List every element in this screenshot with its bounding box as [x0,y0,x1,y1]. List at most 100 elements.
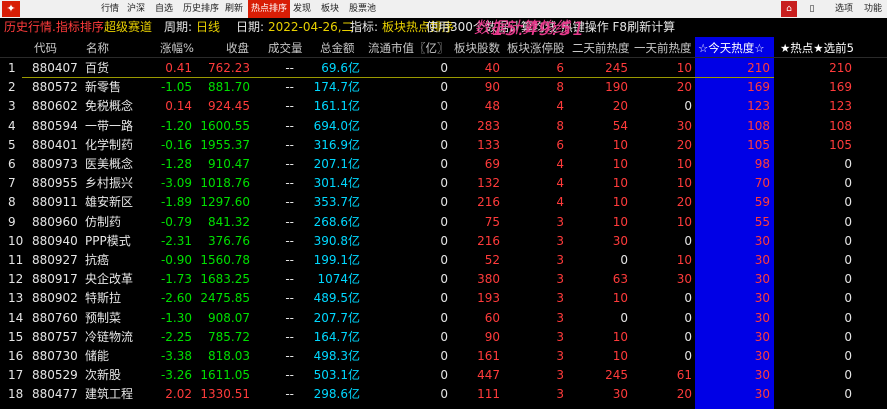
cell-top5: 108 [829,118,852,133]
header-heat-2d[interactable]: 二天前热度 [572,40,630,56]
cell-change: 0.41 [165,61,192,75]
table-row[interactable]: 5 880401 化学制药 -0.16 1955.37 -- 316.9亿 0 133 6 10 20… [0,136,887,155]
cell-close: 1560.78 [200,253,250,267]
cell-heat-1d: 10 [676,157,692,171]
indicator-label: 指标: [350,20,379,34]
cell-sector-count: 283 [477,118,500,133]
cell-code: 880760 [32,310,78,325]
cell-code: 880902 [32,291,78,306]
cell-heat-1d: 20 [676,137,692,152]
table-row[interactable]: 9 880960 仿制药 -0.79 841.32 -- 268.6亿 0 75 3 10 10 55 0 [0,213,887,232]
cell-float-cap: 0 [440,118,448,133]
clock-sub-overlay: 数据计算均线 [474,18,571,37]
cell-code: 880955 [32,176,78,191]
cell-sector-count: 60 [484,310,500,325]
menu-hangqing[interactable]: 行情 [98,0,122,18]
home-icon[interactable]: ⌂ [781,1,797,17]
cell-index: 18 [8,387,24,402]
cell-heat-1d: 10 [676,214,692,229]
menu-hot-sort[interactable]: 热点排序 [248,0,291,18]
cell-heat-today: 30 [754,310,770,325]
cell-heat-today: 30 [754,272,770,287]
cell-heat-2d: 10 [612,349,628,363]
table-row[interactable]: 8 880911 雄安新区 -1.89 1297.60 -- 353.7亿 0 216 4 10 20… [0,193,887,212]
header-name[interactable]: 名称 [86,40,109,56]
cell-change: -0.16 [160,137,192,152]
cell-change: 2.02 [165,387,192,402]
cell-float-cap: 0 [440,272,448,287]
cell-volume: -- [285,291,294,306]
header-float-cap[interactable]: 流通市值〖亿〗 [368,40,449,56]
menu-history-sort[interactable]: 历史排序 [180,0,222,18]
cell-close: 1683.25 [200,272,250,287]
cell-sector-limitup: 8 [556,80,564,95]
table-row[interactable]: 14 880760 预制菜 -1.30 908.07 -- 207.7亿 0 60 3 0 0 30 0 [0,309,887,328]
period-value[interactable]: 日线 [196,18,220,36]
cell-code: 880757 [32,329,78,344]
header-close[interactable]: 收盘 [226,40,249,56]
header-heat-today[interactable]: ☆今天热度☆ [698,40,765,56]
table-row[interactable]: 7 880955 乡村振兴 -3.09 1018.76 -- 301.4亿 0 132 4 10 10… [0,174,887,193]
cell-close: 1330.51 [200,387,250,402]
cell-float-cap: 0 [440,157,448,171]
menu-stock-pool[interactable]: 股票池 [346,0,379,18]
menu-zixuan[interactable]: 自选 [152,0,176,18]
cell-name: 储能 [85,349,110,363]
header-top5[interactable]: ★热点★选前5 [780,40,854,56]
cell-sector-count: 447 [477,368,500,383]
table-row[interactable]: 16 880730 储能 -3.38 818.03 -- 498.3亿 0 161 3 10 0 30 0 [0,347,887,366]
cell-heat-2d: 245 [605,368,628,383]
cell-volume: -- [285,118,294,133]
cell-change: -2.31 [160,233,192,248]
table-row[interactable]: 1 880407 百货 0.41 762.23 -- 69.6亿 0 40 6 245 10 210 21… [0,59,887,78]
function-button[interactable]: 功能 [860,1,886,17]
header-amount[interactable]: 总金额 [320,40,355,56]
date-value[interactable]: 2022-04-26,二 [268,18,354,36]
cell-change: -1.05 [160,80,192,95]
cell-sector-limitup: 3 [556,387,564,402]
header-change[interactable]: 涨幅% [160,40,194,56]
menu-bar: ✦ 行情 沪深 自选 历史排序 刷新 热点排序 发现 板块 股票池 ⌂ ▯ 选项… [0,0,887,19]
app-logo-icon[interactable]: ✦ [2,1,20,17]
header-sector-count[interactable]: 板块股数 [454,40,500,56]
table-row[interactable]: 15 880757 冷链物流 -2.25 785.72 -- 164.7亿 0 90 3 10 0 30… [0,328,887,347]
cell-heat-today: 105 [747,137,770,152]
cell-amount: 301.4亿 [313,176,360,191]
cell-sector-limitup: 3 [556,368,564,383]
cell-amount: 390.8亿 [313,233,360,248]
cell-index: 3 [8,99,16,114]
cell-close: 1611.05 [200,368,250,383]
options-button[interactable]: 选项 [830,1,858,17]
menu-refresh[interactable]: 刷新 [222,0,246,18]
table-row[interactable]: 12 880917 央企改革 -1.73 1683.25 -- 1074亿 0 380 3 63 30… [0,270,887,289]
table-row[interactable]: 4 880594 一带一路 -1.20 1600.55 -- 694.0亿 0 283 8 54 30… [0,117,887,136]
table-row[interactable]: 3 880602 免税概念 0.14 924.45 -- 161.1亿 0 48 4 20 0 123 1… [0,97,887,116]
header-volume[interactable]: 成交量 [268,40,303,56]
table-row[interactable]: 17 880529 次新股 -3.26 1611.05 -- 503.1亿 0 447 3 245 6… [0,366,887,385]
cell-amount: 268.6亿 [313,214,360,229]
header-heat-1d[interactable]: 一天前热度 [634,40,692,56]
cell-code: 880960 [32,214,78,229]
cell-top5: 0 [844,214,852,229]
header-sector-limitup[interactable]: 板块涨停股 [507,40,565,56]
cell-change: -1.30 [160,310,192,325]
cell-amount: 1074亿 [317,272,360,287]
table-row[interactable]: 10 880940 PPP模式 -2.31 376.76 -- 390.8亿 0 216 3 30 0… [0,232,887,251]
menu-hushen[interactable]: 沪深 [124,0,148,18]
table-row[interactable]: 6 880973 医美概念 -1.28 910.47 -- 207.1亿 0 69 4 10 10 98… [0,155,887,174]
table-row[interactable]: 11 880927 抗癌 -0.90 1560.78 -- 199.1亿 0 52 3 0 10 30 0 [0,251,887,270]
cell-top5: 0 [844,272,852,287]
cell-sector-limitup: 4 [556,157,564,171]
lock-icon[interactable]: ▯ [802,1,822,17]
menu-sector[interactable]: 板块 [318,0,342,18]
cell-volume: -- [285,253,294,267]
menu-discover[interactable]: 发现 [290,0,314,18]
table-row[interactable]: 13 880902 特斯拉 -2.60 2475.85 -- 489.5亿 0 193 3 10 0 3… [0,289,887,308]
table-row[interactable]: 2 880572 新零售 -1.05 881.70 -- 174.7亿 0 90 8 190 20 16… [0,78,887,97]
header-code[interactable]: 代码 [34,40,57,56]
table-row[interactable]: 18 880477 建筑工程 2.02 1330.51 -- 298.6亿 0 111 3 30 20… [0,385,887,404]
cell-heat-2d: 10 [612,291,628,306]
cell-sector-limitup: 4 [556,99,564,114]
cell-heat-1d: 20 [676,387,692,402]
cell-heat-today: 30 [754,349,770,363]
